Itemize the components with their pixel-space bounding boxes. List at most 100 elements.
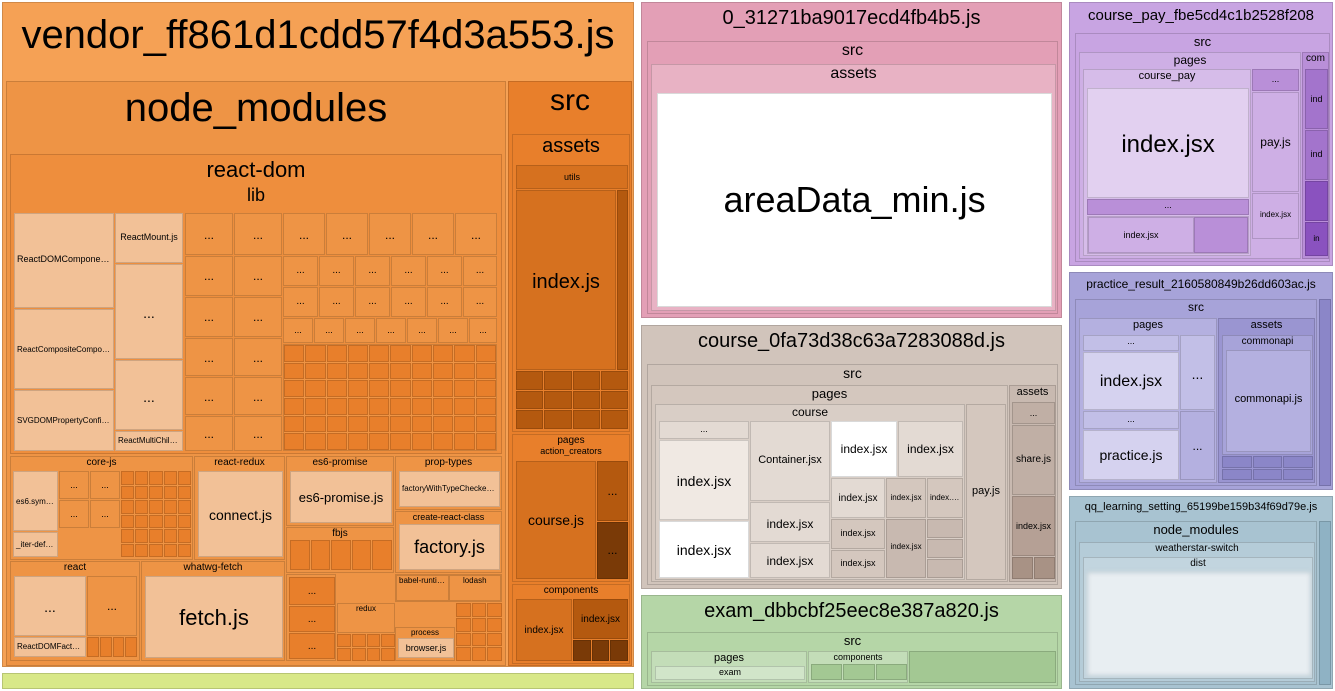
file[interactable]: index.jsx [1087, 216, 1249, 254]
file[interactable]: ... [185, 416, 233, 451]
file[interactable]: connect.js [198, 471, 283, 557]
bundle-course[interactable]: course_0fa73d38c63a7283088d.js src pages… [641, 325, 1062, 589]
file[interactable]: index.jsx [831, 519, 885, 549]
file[interactable]: ... [355, 287, 390, 317]
file[interactable]: index.jsx [659, 440, 749, 520]
group-course[interactable]: course ... index.jsx index.jsx Container… [655, 404, 965, 580]
file[interactable]: ... [438, 318, 468, 343]
group-pages[interactable]: pages course_pay index.jsx ... index.jsx… [1079, 52, 1301, 259]
group-process[interactable]: process browser.js [395, 627, 455, 661]
file[interactable]: ... [355, 256, 390, 286]
file[interactable]: fetch.js [145, 576, 283, 658]
file[interactable] [283, 344, 497, 451]
file[interactable]: ... [289, 633, 335, 659]
file[interactable]: index.jsx [1252, 193, 1299, 239]
file[interactable]: pay.js [966, 404, 1006, 580]
group-prop-types[interactable]: prop-types factoryWithTypeCheckers.js [395, 456, 502, 510]
group-com[interactable]: com ind ind in [1302, 52, 1329, 259]
file[interactable]: ReactMultiChild.js [115, 431, 183, 451]
file[interactable]: ... [463, 287, 497, 317]
file[interactable]: index.jsx [516, 599, 572, 661]
file[interactable]: ... [185, 297, 233, 337]
file[interactable]: index.jsx [831, 550, 885, 578]
file[interactable]: ... [391, 256, 426, 286]
file[interactable]: practice.js [1083, 430, 1179, 480]
group-src[interactable]: src assets utils index.js pages action_c… [508, 81, 632, 666]
file[interactable]: ReactDOMComponent.js [14, 213, 114, 308]
file[interactable]: ... [427, 287, 462, 317]
file[interactable]: ... [283, 287, 318, 317]
file[interactable]: index.jsx [886, 478, 926, 518]
file[interactable]: ... [289, 606, 335, 632]
group-pages[interactable]: pages action_creators course.js ... ... [512, 434, 630, 582]
bundle-qq[interactable]: qq_learning_setting_65199be159b34f69d79e… [1069, 496, 1333, 689]
file[interactable]: ... [319, 287, 354, 317]
file[interactable]: ... [185, 213, 233, 255]
file[interactable]: ... [597, 461, 628, 521]
group-pages[interactable]: pages course ... index.jsx index.jsx Con… [651, 385, 1008, 582]
file[interactable]: ... [59, 471, 89, 499]
group[interactable] [1319, 299, 1331, 486]
group-assets[interactable]: assets utils index.js [512, 134, 630, 432]
file[interactable]: ... [407, 318, 437, 343]
group-babel-lodash[interactable]: babel-runtime lodash [395, 574, 502, 602]
file[interactable]: share.js [1012, 425, 1055, 495]
group-exam[interactable]: exam [655, 666, 805, 680]
group-components[interactable]: components [808, 651, 908, 683]
file[interactable]: ... [90, 500, 120, 528]
group-create-react-class[interactable]: create-react-class factory.js [395, 511, 502, 573]
group-pages[interactable]: pages ... index.jsx ... practice.js ... … [1079, 318, 1217, 483]
file[interactable]: ... [345, 318, 375, 343]
file[interactable]: index.jsx [1087, 88, 1249, 198]
file[interactable]: pay.js [1252, 92, 1299, 192]
file[interactable]: index.jsx [898, 421, 963, 477]
bundle-0[interactable]: 0_31271ba9017ecd4fb4b5.js src assets are… [641, 2, 1062, 318]
file[interactable]: ... [319, 256, 354, 286]
file[interactable]: index.jsx [831, 478, 885, 518]
bundle-exam[interactable]: exam_dbbcbf25eec8e387a820.js src pages e… [641, 595, 1062, 689]
group-node-modules[interactable]: node_modules react-dom lib ReactDOMCompo… [6, 81, 506, 666]
file[interactable]: ... [185, 256, 233, 296]
file[interactable]: index.jsx [831, 421, 897, 477]
group-ws[interactable]: weatherstar-switch dist [1079, 542, 1315, 682]
file[interactable]: es6-promise.js [290, 471, 392, 523]
file[interactable]: ind [1305, 69, 1328, 129]
file[interactable] [1305, 181, 1328, 221]
group-assets[interactable]: assets ... share.js index.jsx [1009, 385, 1056, 582]
file[interactable]: index.js [516, 190, 616, 370]
file[interactable]: ... [14, 576, 86, 636]
file[interactable]: ... [234, 213, 282, 255]
file[interactable]: ... [234, 338, 282, 376]
file[interactable]: ... [234, 297, 282, 337]
file[interactable]: ... [369, 213, 411, 255]
group-components[interactable]: components index.jsx index.jsx [512, 584, 630, 664]
group-babel-runtime[interactable]: babel-runtime [396, 575, 449, 601]
file[interactable]: ... [391, 287, 426, 317]
file[interactable]: index.jsx [750, 543, 830, 578]
file[interactable]: ... [469, 318, 497, 343]
file[interactable]: factory.js [399, 524, 500, 570]
file[interactable]: ... [1180, 335, 1215, 410]
file[interactable]: ... [115, 360, 183, 430]
group[interactable]: ... [659, 421, 749, 439]
group-es6-promise[interactable]: es6-promise es6-promise.js [286, 456, 394, 526]
file[interactable]: ind [1305, 130, 1328, 180]
file[interactable]: ReactDOMFactories.js [14, 637, 86, 657]
file[interactable]: ... [412, 213, 454, 255]
group-src[interactable]: src pages course_pay index.jsx ... index… [1075, 33, 1330, 262]
group-lodash[interactable]: lodash [449, 575, 502, 601]
file[interactable]: ... [314, 318, 344, 343]
group[interactable]: ... [1083, 335, 1179, 351]
group-utils[interactable]: utils [516, 165, 628, 189]
file[interactable]: ... [115, 264, 183, 359]
file[interactable]: ... [283, 318, 313, 343]
file[interactable]: ... [234, 377, 282, 415]
file[interactable]: areaData_min.js [657, 93, 1052, 307]
bundle-partial[interactable] [2, 673, 634, 689]
file[interactable]: ... [234, 256, 282, 296]
group-src[interactable]: src pages exam components [647, 632, 1058, 686]
file[interactable]: ReactCompositeComponent.js [14, 309, 114, 389]
file[interactable]: ... [185, 338, 233, 376]
file[interactable] [1087, 572, 1311, 676]
file[interactable]: index.jsx [927, 478, 963, 518]
